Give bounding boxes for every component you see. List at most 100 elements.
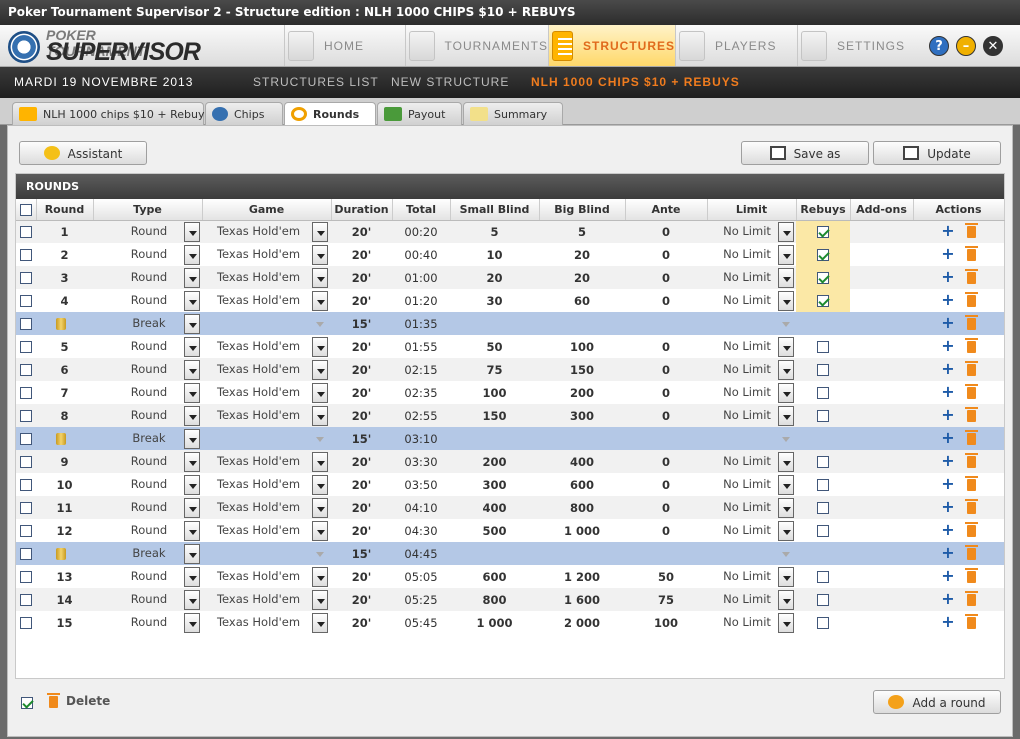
minimize-button[interactable]: – xyxy=(956,36,976,56)
duration-cell[interactable]: 20' xyxy=(331,496,392,519)
insert-row-plus-icon[interactable]: + xyxy=(941,337,955,353)
big-blind-cell[interactable]: 100 xyxy=(539,335,625,358)
limit-dropdown-chevron-icon[interactable] xyxy=(778,451,794,472)
structures-list-link[interactable]: STRUCTURES LIST xyxy=(253,75,379,89)
game-dropdown-chevron-icon[interactable] xyxy=(311,336,328,357)
insert-row-plus-icon[interactable]: + xyxy=(941,222,955,238)
game-dropdown-chevron-icon[interactable] xyxy=(311,474,328,495)
big-blind-cell[interactable]: 2 000 xyxy=(539,611,625,634)
delete-row-trash-icon[interactable] xyxy=(965,499,978,514)
insert-row-plus-icon[interactable]: + xyxy=(941,268,955,284)
duration-cell[interactable]: 15' xyxy=(331,427,392,450)
rebuy-checkbox[interactable] xyxy=(817,226,829,239)
duration-cell[interactable]: 20' xyxy=(331,266,392,289)
game-dropdown-chevron-icon[interactable] xyxy=(311,566,328,587)
game-dropdown-chevron-icon[interactable] xyxy=(311,520,328,541)
ante-cell[interactable]: 0 xyxy=(625,450,707,473)
small-blind-cell[interactable]: 800 xyxy=(450,588,539,611)
insert-row-plus-icon[interactable]: + xyxy=(941,383,955,399)
small-blind-cell[interactable]: 400 xyxy=(450,496,539,519)
rebuy-checkbox[interactable] xyxy=(817,364,829,376)
insert-row-plus-icon[interactable]: + xyxy=(941,314,955,330)
limit-dropdown-chevron-icon[interactable] xyxy=(778,336,794,357)
game-dropdown-chevron-icon[interactable] xyxy=(311,244,328,265)
duration-cell[interactable]: 15' xyxy=(331,542,392,565)
type-dropdown-chevron-icon[interactable] xyxy=(184,359,200,380)
rebuy-checkbox[interactable] xyxy=(817,479,829,491)
type-dropdown-chevron-icon[interactable] xyxy=(184,244,200,265)
big-blind-cell[interactable]: 600 xyxy=(539,473,625,496)
duration-cell[interactable]: 20' xyxy=(331,450,392,473)
row-select-checkbox[interactable] xyxy=(20,226,32,239)
delete-row-trash-icon[interactable] xyxy=(965,545,978,560)
type-dropdown-chevron-icon[interactable] xyxy=(184,382,200,403)
small-blind-cell[interactable]: 75 xyxy=(450,358,539,381)
limit-dropdown-chevron-icon[interactable] xyxy=(778,612,794,633)
duration-cell[interactable]: 20' xyxy=(331,519,392,542)
rebuy-checkbox[interactable] xyxy=(817,594,829,606)
row-select-checkbox[interactable] xyxy=(20,272,32,284)
row-select-checkbox[interactable] xyxy=(20,456,32,468)
row-select-checkbox[interactable] xyxy=(20,387,32,399)
rebuy-checkbox[interactable] xyxy=(817,272,829,284)
game-dropdown-chevron-icon[interactable] xyxy=(311,612,328,633)
type-dropdown-chevron-icon[interactable] xyxy=(184,566,200,587)
ante-cell[interactable]: 0 xyxy=(625,243,707,266)
nav-players[interactable]: PLAYERS xyxy=(675,25,797,66)
duration-cell[interactable]: 20' xyxy=(331,565,392,588)
limit-dropdown-chevron-icon[interactable] xyxy=(778,497,794,518)
delete-selected-button[interactable]: Delete xyxy=(47,692,110,708)
insert-row-plus-icon[interactable]: + xyxy=(941,567,955,583)
insert-row-plus-icon[interactable]: + xyxy=(941,291,955,307)
ante-cell[interactable]: 50 xyxy=(625,565,707,588)
big-blind-cell[interactable] xyxy=(539,542,625,565)
big-blind-cell[interactable]: 1 600 xyxy=(539,588,625,611)
row-select-checkbox[interactable] xyxy=(20,410,32,422)
delete-row-trash-icon[interactable] xyxy=(965,614,978,629)
type-dropdown-chevron-icon[interactable] xyxy=(184,589,200,610)
row-select-checkbox[interactable] xyxy=(20,479,32,491)
small-blind-cell[interactable]: 600 xyxy=(450,565,539,588)
delete-row-trash-icon[interactable] xyxy=(965,384,978,399)
tab-payout[interactable]: Payout xyxy=(377,102,462,125)
duration-cell[interactable]: 20' xyxy=(331,358,392,381)
rebuy-checkbox[interactable] xyxy=(817,295,829,307)
limit-dropdown-chevron-icon[interactable] xyxy=(778,290,794,311)
rebuy-checkbox[interactable] xyxy=(817,456,829,468)
row-select-checkbox[interactable] xyxy=(20,548,32,560)
ante-cell[interactable]: 75 xyxy=(625,588,707,611)
delete-row-trash-icon[interactable] xyxy=(965,476,978,491)
nav-tournaments[interactable]: TOURNAMENTS xyxy=(405,25,548,66)
delete-row-trash-icon[interactable] xyxy=(965,223,978,239)
small-blind-cell[interactable] xyxy=(450,312,539,335)
duration-cell[interactable]: 20' xyxy=(331,473,392,496)
rebuy-checkbox[interactable] xyxy=(817,341,829,353)
ante-cell[interactable]: 0 xyxy=(625,473,707,496)
big-blind-cell[interactable]: 200 xyxy=(539,381,625,404)
type-dropdown-chevron-icon[interactable] xyxy=(184,543,200,564)
small-blind-cell[interactable]: 200 xyxy=(450,450,539,473)
ante-cell[interactable]: 0 xyxy=(625,289,707,312)
insert-row-plus-icon[interactable]: + xyxy=(941,613,955,629)
game-dropdown-chevron-icon[interactable] xyxy=(311,497,328,518)
limit-dropdown-chevron-icon[interactable] xyxy=(778,566,794,587)
delete-row-trash-icon[interactable] xyxy=(965,522,978,537)
delete-row-trash-icon[interactable] xyxy=(965,292,978,307)
nav-structures[interactable]: STRUCTURES xyxy=(548,25,675,66)
ante-cell[interactable]: 0 xyxy=(625,266,707,289)
small-blind-cell[interactable]: 100 xyxy=(450,381,539,404)
delete-row-trash-icon[interactable] xyxy=(965,453,978,468)
type-dropdown-chevron-icon[interactable] xyxy=(184,428,200,449)
ante-cell[interactable]: 100 xyxy=(625,611,707,634)
ante-cell[interactable]: 0 xyxy=(625,404,707,427)
delete-row-trash-icon[interactable] xyxy=(965,430,978,445)
row-select-checkbox[interactable] xyxy=(20,502,32,514)
delete-row-trash-icon[interactable] xyxy=(965,246,978,261)
ante-cell[interactable]: 0 xyxy=(625,519,707,542)
limit-dropdown-chevron-icon[interactable] xyxy=(778,221,794,242)
big-blind-cell[interactable]: 20 xyxy=(539,243,625,266)
rebuy-checkbox[interactable] xyxy=(817,502,829,514)
insert-row-plus-icon[interactable]: + xyxy=(941,521,955,537)
rebuy-checkbox[interactable] xyxy=(817,387,829,399)
big-blind-cell[interactable]: 150 xyxy=(539,358,625,381)
